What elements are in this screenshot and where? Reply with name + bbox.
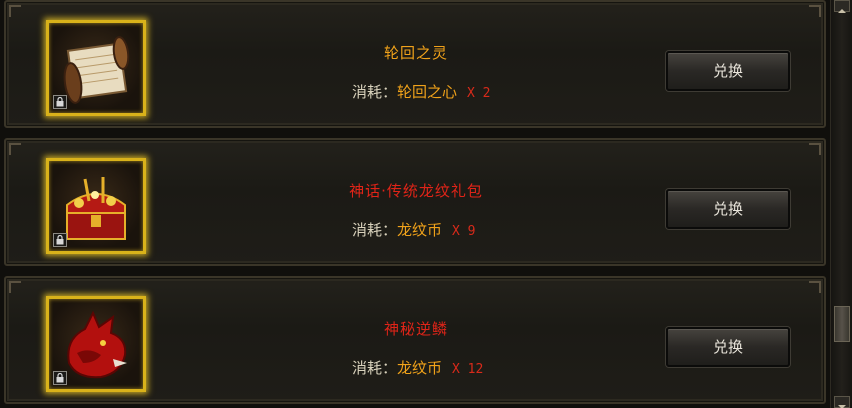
item-cost: 消耗：龙纹币 X 9 bbox=[352, 219, 476, 240]
cost-label: 消耗： bbox=[352, 83, 398, 101]
cost-quantity: X 12 bbox=[452, 362, 484, 377]
item-cost: 消耗：轮回之心 X 2 bbox=[352, 81, 491, 102]
exchange-button[interactable]: 兑换 bbox=[666, 51, 790, 91]
cost-quantity: X 2 bbox=[467, 86, 491, 101]
item-name: 神话·传统龙纹礼包 bbox=[349, 182, 483, 200]
scroll-up-button[interactable] bbox=[834, 0, 850, 13]
exchange-button[interactable]: 兑换 bbox=[666, 327, 790, 367]
scroll-down-button[interactable] bbox=[834, 396, 850, 408]
exchange-button[interactable]: 兑换 bbox=[666, 189, 790, 229]
item-slot[interactable] bbox=[46, 20, 146, 116]
cost-currency: 龙纹币 bbox=[397, 359, 443, 377]
red-dragon-icon bbox=[67, 310, 127, 379]
lock-icon bbox=[53, 233, 67, 247]
exchange-panel: 轮回之灵 消耗：轮回之心 X 2 兑换 神话·传统龙纹礼包 消耗：龙纹币 X 9… bbox=[0, 0, 852, 408]
item-name: 神秘逆鳞 bbox=[383, 320, 448, 338]
item-slot[interactable] bbox=[46, 296, 146, 392]
cost-label: 消耗： bbox=[352, 359, 398, 377]
exchange-list: 轮回之灵 消耗：轮回之心 X 2 兑换 神话·传统龙纹礼包 消耗：龙纹币 X 9… bbox=[0, 0, 830, 408]
arrow-down-icon bbox=[838, 405, 846, 408]
arrow-up-icon bbox=[838, 9, 846, 13]
item-name: 轮回之灵 bbox=[383, 44, 448, 62]
scrollbar[interactable] bbox=[830, 0, 852, 408]
exchange-row: 神话·传统龙纹礼包 消耗：龙纹币 X 9 兑换 bbox=[4, 138, 826, 266]
exchange-row: 神秘逆鳞 消耗：龙纹币 X 12 兑换 bbox=[4, 276, 826, 404]
cost-quantity: X 9 bbox=[452, 224, 476, 239]
cost-currency: 龙纹币 bbox=[397, 221, 443, 239]
scroll-thumb[interactable] bbox=[834, 306, 850, 342]
exchange-row: 轮回之灵 消耗：轮回之心 X 2 兑换 bbox=[4, 0, 826, 128]
cost-label: 消耗： bbox=[352, 221, 398, 239]
lock-icon bbox=[53, 371, 67, 385]
item-slot[interactable] bbox=[46, 158, 146, 254]
item-cost: 消耗：龙纹币 X 12 bbox=[352, 357, 483, 378]
treasure-chest-icon bbox=[66, 177, 126, 240]
scroll-icon bbox=[63, 36, 130, 104]
lock-icon bbox=[53, 95, 67, 109]
cost-currency: 轮回之心 bbox=[397, 83, 458, 101]
